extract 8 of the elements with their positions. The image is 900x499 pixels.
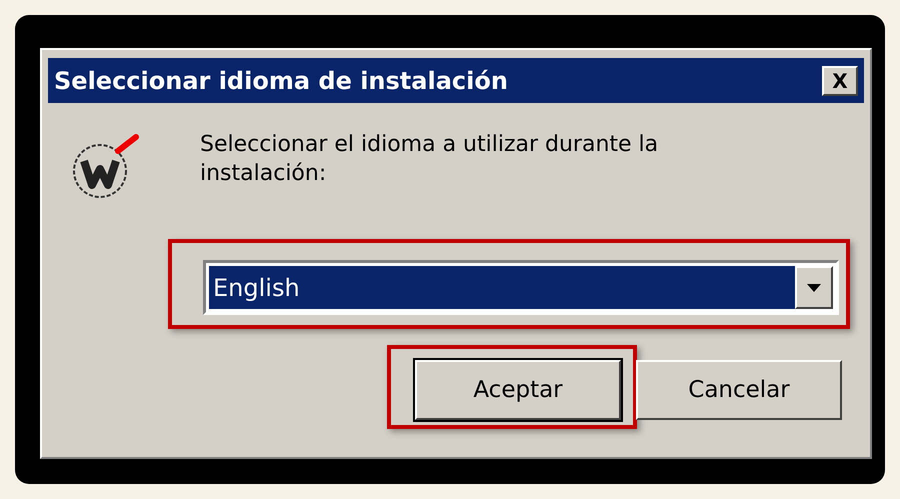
dialog-button[interactable]: Cancelar: [636, 360, 842, 420]
prompt-text: Seleccionar el idioma a utilizar durante la instalación:: [200, 131, 660, 188]
logo-icon: [70, 131, 140, 201]
dropdown-arrow-icon: [807, 284, 821, 292]
window-title: Seleccionar idioma de instalación: [54, 66, 508, 96]
language-dropdown[interactable]: English: [203, 260, 839, 315]
dialog-button[interactable]: Aceptar: [415, 360, 621, 420]
close-button[interactable]: X: [822, 66, 858, 96]
